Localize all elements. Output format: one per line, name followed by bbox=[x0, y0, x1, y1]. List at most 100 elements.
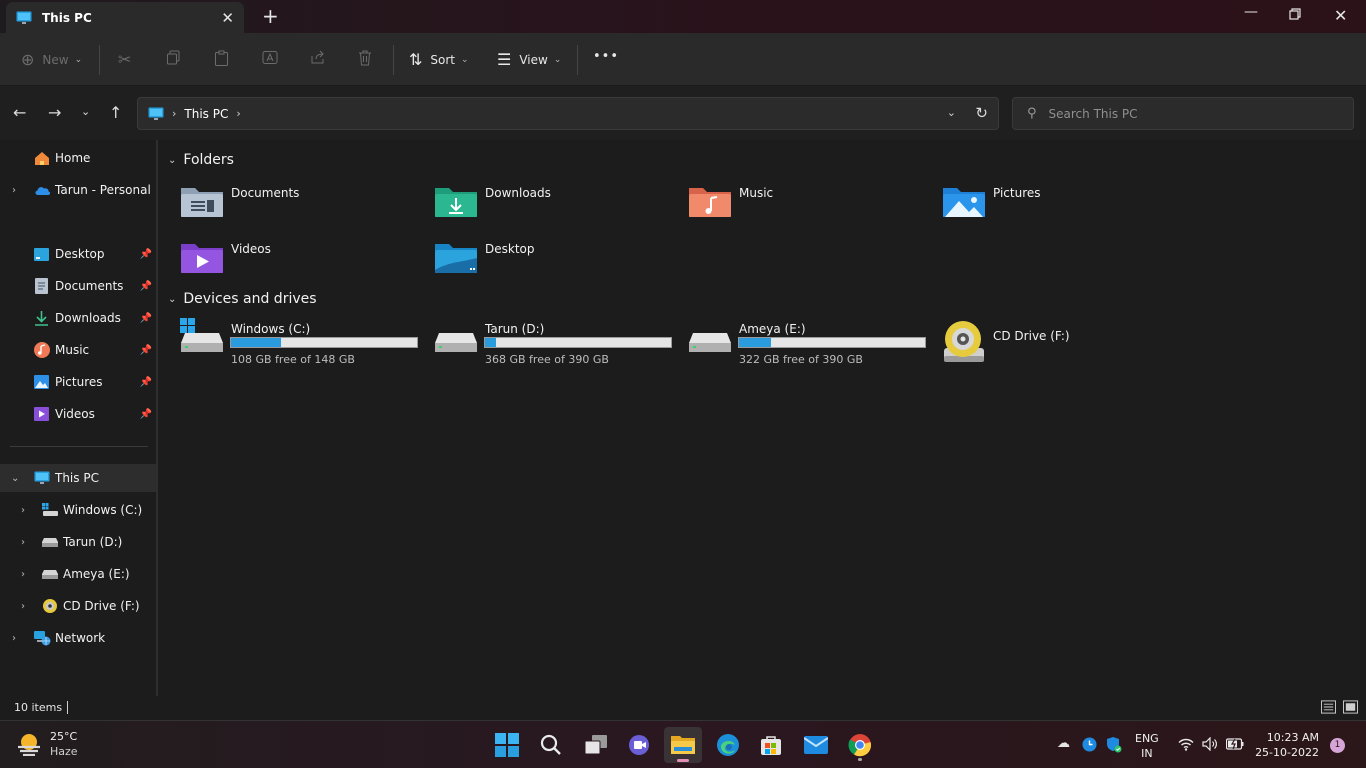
volume-icon[interactable] bbox=[1202, 737, 1218, 751]
section-collapse-chevron-icon[interactable]: ⌄ bbox=[168, 294, 176, 305]
folder-videos[interactable]: Videos bbox=[180, 236, 420, 278]
new-tab-plus-icon[interactable]: + bbox=[262, 4, 279, 28]
collapse-chevron-icon[interactable]: ⌄ bbox=[11, 473, 19, 484]
start-button[interactable] bbox=[488, 727, 526, 763]
section-collapse-chevron-icon[interactable]: ⌄ bbox=[168, 155, 176, 166]
sidebar-item-videos[interactable]: Videos 📌 bbox=[0, 400, 156, 428]
close-window-icon[interactable]: ✕ bbox=[1334, 6, 1347, 25]
chrome-taskbar-button[interactable] bbox=[841, 727, 879, 763]
drive-tarun-d[interactable]: Tarun (D:) 368 GB free of 390 GB bbox=[434, 318, 684, 368]
pin-icon[interactable]: 📌 bbox=[140, 281, 152, 292]
address-history-chevron-icon[interactable]: ⌄ bbox=[947, 106, 956, 119]
breadcrumb-this-pc[interactable]: This PC bbox=[184, 107, 228, 121]
region-code: IN bbox=[1141, 747, 1153, 760]
sidebar-item-ameya-e[interactable]: › Ameya (E:) bbox=[0, 560, 156, 588]
sidebar-item-pictures[interactable]: Pictures 📌 bbox=[0, 368, 156, 396]
expand-chevron-icon[interactable]: › bbox=[12, 185, 16, 196]
sidebar-item-this-pc[interactable]: ⌄ This PC bbox=[0, 464, 156, 492]
battery-charging-icon[interactable] bbox=[1226, 738, 1244, 750]
sort-button[interactable]: ⇅ Sort ⌄ bbox=[409, 50, 469, 69]
teams-chat-button[interactable] bbox=[621, 727, 659, 763]
weather-widget[interactable]: 25°C Haze bbox=[16, 729, 78, 759]
back-arrow-icon[interactable]: ← bbox=[13, 103, 26, 122]
drives-section-header[interactable]: ⌄ Devices and drives bbox=[168, 291, 317, 307]
restore-icon[interactable] bbox=[1289, 8, 1301, 20]
pin-icon[interactable]: 📌 bbox=[140, 249, 152, 260]
system-clock[interactable]: 10:23 AM 25-10-2022 bbox=[1255, 730, 1319, 760]
up-arrow-icon[interactable]: ↑ bbox=[109, 103, 122, 122]
folder-downloads[interactable]: Downloads bbox=[434, 180, 674, 222]
desktop-icon bbox=[34, 247, 49, 261]
recent-locations-chevron-icon[interactable]: ⌄ bbox=[81, 105, 90, 118]
expand-chevron-icon[interactable]: › bbox=[21, 505, 25, 516]
expand-chevron-icon[interactable]: › bbox=[21, 537, 25, 548]
sidebar-item-network[interactable]: › Network bbox=[0, 624, 156, 652]
paste-button[interactable] bbox=[214, 50, 229, 66]
more-options-button[interactable]: ••• bbox=[593, 49, 619, 64]
address-row: ← → ⌄ ↑ › This PC › ⌄ ↻ ⚲ bbox=[0, 86, 1366, 140]
refresh-icon[interactable]: ↻ bbox=[975, 104, 988, 122]
details-view-icon[interactable] bbox=[1321, 700, 1336, 714]
chat-camera-icon bbox=[629, 735, 649, 755]
sidebar-item-downloads[interactable]: Downloads 📌 bbox=[0, 304, 156, 332]
breadcrumb-chevron-icon[interactable]: › bbox=[236, 107, 240, 120]
notification-badge[interactable]: 1 bbox=[1330, 738, 1345, 753]
expand-chevron-icon[interactable]: › bbox=[12, 633, 16, 644]
pin-icon[interactable]: 📌 bbox=[140, 345, 152, 356]
cut-button[interactable]: ✂ bbox=[118, 50, 139, 69]
forward-arrow-icon[interactable]: → bbox=[48, 103, 61, 122]
drive-cd-f[interactable]: CD Drive (F:) bbox=[942, 318, 1192, 368]
onedrive-tray-icon[interactable]: ☁ bbox=[1057, 736, 1070, 751]
microsoft-store-taskbar-button[interactable] bbox=[752, 727, 790, 763]
mail-taskbar-button[interactable] bbox=[797, 727, 835, 763]
chevron-down-icon: ⌄ bbox=[553, 54, 562, 65]
sidebar-item-onedrive[interactable]: › Tarun - Personal bbox=[0, 176, 156, 204]
sidebar-item-home[interactable]: Home bbox=[0, 144, 156, 172]
sidebar-item-music[interactable]: Music 📌 bbox=[0, 336, 156, 364]
wifi-icon[interactable] bbox=[1178, 738, 1194, 751]
rename-button[interactable] bbox=[262, 50, 278, 65]
folder-pictures[interactable]: Pictures bbox=[942, 180, 1182, 222]
delete-button[interactable] bbox=[358, 50, 372, 66]
expand-chevron-icon[interactable]: › bbox=[21, 569, 25, 580]
pin-icon[interactable]: 📌 bbox=[140, 313, 152, 324]
pictures-folder-icon bbox=[943, 188, 985, 217]
pin-icon[interactable]: 📌 bbox=[140, 409, 152, 420]
folder-desktop[interactable]: Desktop bbox=[434, 236, 674, 278]
new-button[interactable]: ⊕ New ⌄ bbox=[21, 50, 82, 69]
input-language-indicator[interactable]: ENG IN bbox=[1135, 731, 1159, 761]
search-box[interactable]: ⚲ bbox=[1012, 97, 1354, 130]
sidebar-item-documents[interactable]: Documents 📌 bbox=[0, 272, 156, 300]
address-bar[interactable]: › This PC › ⌄ ↻ bbox=[137, 97, 999, 130]
pin-icon[interactable]: 📌 bbox=[140, 377, 152, 388]
large-icons-view-icon[interactable] bbox=[1343, 700, 1358, 714]
sidebar-item-windows-c[interactable]: › Windows (C:) bbox=[0, 496, 156, 524]
sidebar-item-tarun-d[interactable]: › Tarun (D:) bbox=[0, 528, 156, 556]
edge-taskbar-button[interactable] bbox=[709, 727, 747, 763]
view-button[interactable]: ☰ View ⌄ bbox=[497, 50, 561, 69]
file-explorer-taskbar-button[interactable] bbox=[664, 727, 702, 763]
cd-drive-icon bbox=[43, 599, 57, 613]
copy-icon bbox=[167, 50, 180, 65]
search-input[interactable] bbox=[1048, 106, 1319, 121]
folders-section-header[interactable]: ⌄ Folders bbox=[168, 152, 234, 168]
breadcrumb-chevron-icon[interactable]: › bbox=[172, 107, 176, 120]
task-view-button[interactable] bbox=[577, 727, 615, 763]
sidebar-item-desktop[interactable]: Desktop 📌 bbox=[0, 240, 156, 268]
tab-this-pc[interactable]: This PC ✕ bbox=[6, 2, 244, 33]
sidebar-item-cd-drive-f[interactable]: › CD Drive (F:) bbox=[0, 592, 156, 620]
minimize-icon[interactable]: — bbox=[1244, 4, 1258, 20]
folder-music[interactable]: Music bbox=[688, 180, 928, 222]
language-code: ENG bbox=[1135, 732, 1159, 745]
drive-ameya-e[interactable]: Ameya (E:) 322 GB free of 390 GB bbox=[688, 318, 938, 368]
search-taskbar-button[interactable] bbox=[532, 727, 570, 763]
copy-button[interactable] bbox=[166, 50, 181, 65]
expand-chevron-icon[interactable]: › bbox=[21, 601, 25, 612]
sidebar-item-label: Downloads bbox=[55, 311, 121, 325]
clock-app-tray-icon[interactable] bbox=[1082, 737, 1097, 752]
close-tab-icon[interactable]: ✕ bbox=[221, 9, 234, 27]
folder-documents[interactable]: Documents bbox=[180, 180, 420, 222]
share-button[interactable] bbox=[310, 50, 326, 65]
security-shield-tray-icon[interactable] bbox=[1106, 736, 1122, 753]
drive-windows-c[interactable]: Windows (C:) 108 GB free of 148 GB bbox=[180, 318, 430, 368]
